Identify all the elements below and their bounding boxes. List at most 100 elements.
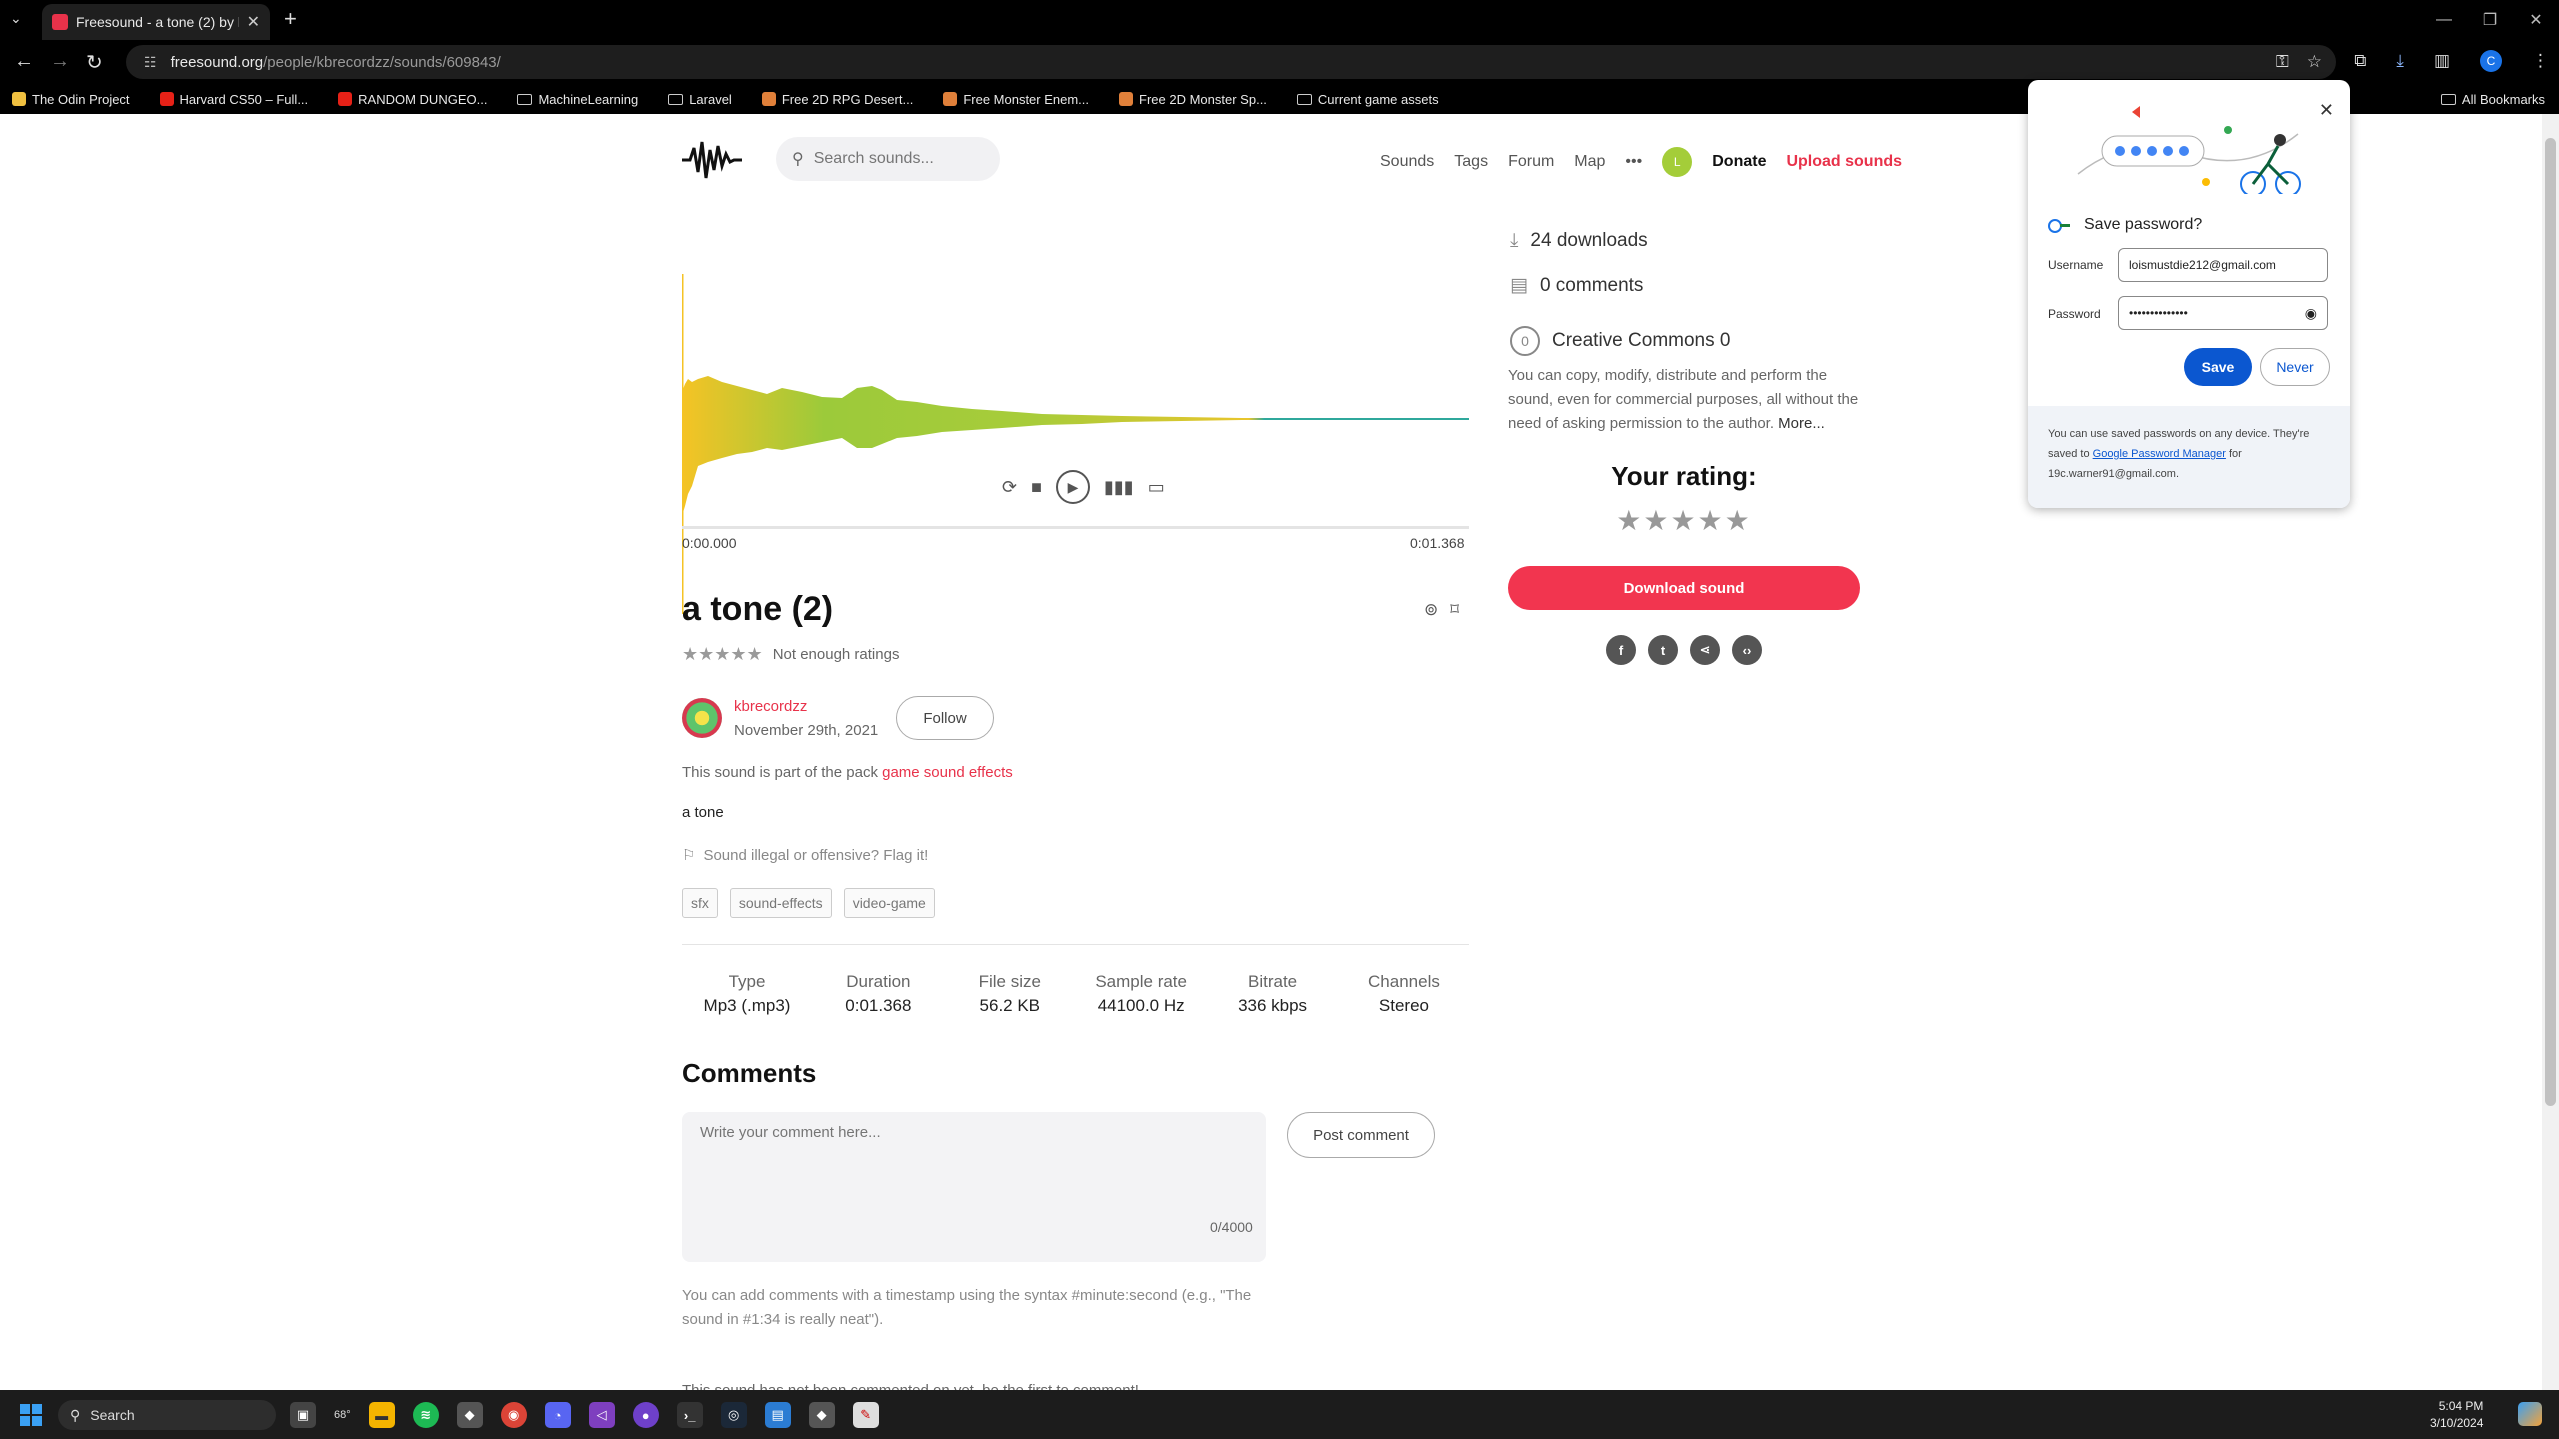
bookmark-item[interactable]: Laravel bbox=[668, 92, 732, 107]
similar-sounds-icon[interactable]: ⊚ bbox=[1424, 600, 1438, 620]
nav-upload-sounds[interactable]: Upload sounds bbox=[1786, 153, 1902, 171]
bookmark-item[interactable]: Current game assets bbox=[1296, 92, 1439, 107]
user-avatar[interactable]: L bbox=[1662, 147, 1693, 177]
side-panel-icon[interactable]: ▥ bbox=[2434, 51, 2450, 71]
chrome-icon[interactable]: ◉ bbox=[500, 1402, 527, 1428]
your-rating-stars[interactable]: ★★★★★ bbox=[1508, 504, 1860, 537]
comments-stat[interactable]: ▤ 0 comments bbox=[1510, 274, 1643, 297]
file-explorer-icon[interactable]: ▬ bbox=[368, 1402, 395, 1428]
author-link[interactable]: kbrecordzz bbox=[734, 698, 807, 715]
bookmark-item[interactable]: Free 2D Monster Sp... bbox=[1119, 92, 1267, 107]
visual-studio-icon[interactable]: ◁ bbox=[588, 1402, 615, 1428]
spectrogram-icon[interactable]: ▮▮▮ bbox=[1104, 477, 1134, 498]
minimize-icon[interactable]: — bbox=[2421, 0, 2467, 40]
browser-menu-icon[interactable]: ⋮ bbox=[2532, 51, 2549, 71]
all-bookmarks[interactable]: All Bookmarks bbox=[2440, 84, 2545, 114]
search-input[interactable] bbox=[813, 150, 974, 168]
bookmark-item[interactable]: Free Monster Enem... bbox=[943, 92, 1089, 107]
ruler-icon[interactable]: ▭ bbox=[1148, 477, 1165, 498]
forward-icon[interactable]: → bbox=[50, 50, 70, 73]
nav-forum[interactable]: Forum bbox=[1508, 153, 1554, 171]
taskbar-clock[interactable]: 5:04 PM 3/10/2024 bbox=[2430, 1398, 2483, 1432]
new-tab-icon[interactable]: + bbox=[284, 6, 297, 32]
password-key-icon[interactable]: ⚿ bbox=[2276, 52, 2289, 72]
dialog-close-icon[interactable]: ✕ bbox=[2319, 100, 2334, 121]
facebook-icon[interactable]: f bbox=[1606, 635, 1636, 665]
close-window-icon[interactable]: ✕ bbox=[2513, 0, 2559, 40]
terminal-icon[interactable]: ›_ bbox=[676, 1402, 703, 1428]
bookmark-item[interactable]: RANDOM DUNGEO... bbox=[338, 92, 487, 107]
stop-icon[interactable]: ■ bbox=[1031, 477, 1042, 498]
downloads-stat[interactable]: ⤓ 24 downloads bbox=[1510, 230, 1648, 252]
password-field[interactable]: •••••••••••••• ◉ bbox=[2118, 296, 2328, 330]
tab-close-icon[interactable]: ✕ bbox=[247, 12, 260, 32]
progress-bar[interactable] bbox=[682, 526, 1469, 529]
tag-chip[interactable]: video-game bbox=[843, 888, 935, 918]
password-manager-link[interactable]: Google Password Manager bbox=[2093, 448, 2226, 460]
steam-icon[interactable]: ◎ bbox=[720, 1402, 747, 1428]
nav-more[interactable]: ••• bbox=[1625, 153, 1642, 171]
share-icon[interactable]: ⋖ bbox=[1690, 635, 1720, 665]
download-sound-button[interactable]: Download sound bbox=[1508, 566, 1860, 610]
twitter-icon[interactable]: t bbox=[1648, 635, 1678, 665]
page-scrollbar[interactable] bbox=[2542, 114, 2559, 1390]
bookmark-item[interactable]: Harvard CS50 – Full... bbox=[159, 92, 308, 107]
nav-sounds[interactable]: Sounds bbox=[1380, 153, 1434, 171]
site-info-icon[interactable]: ☷ bbox=[144, 54, 157, 71]
post-comment-button[interactable]: Post comment bbox=[1287, 1112, 1435, 1158]
github-desktop-icon[interactable]: ● bbox=[632, 1402, 659, 1428]
top-nav: Sounds Tags Forum Map ••• L Donate Uploa… bbox=[1380, 147, 1902, 177]
follow-button[interactable]: Follow bbox=[896, 696, 994, 740]
address-bar[interactable]: ☷ freesound.org/people/kbrecordzz/sounds… bbox=[126, 45, 2336, 79]
nav-map[interactable]: Map bbox=[1574, 153, 1605, 171]
spotify-icon[interactable]: ≋ bbox=[412, 1402, 439, 1428]
tab-search-icon[interactable]: ⌄ bbox=[10, 10, 22, 27]
nav-tags[interactable]: Tags bbox=[1454, 153, 1488, 171]
notepad-icon[interactable]: ▤ bbox=[764, 1402, 791, 1428]
tag-chip[interactable]: sound-effects bbox=[729, 888, 832, 918]
paint-icon[interactable]: ✎ bbox=[852, 1402, 879, 1428]
freesound-logo[interactable] bbox=[682, 136, 742, 182]
license-more-link[interactable]: More... bbox=[1778, 415, 1825, 432]
restore-icon[interactable]: ❐ bbox=[2467, 0, 2513, 40]
task-view-icon[interactable]: ▣ bbox=[290, 1402, 316, 1428]
waveform[interactable] bbox=[682, 264, 1469, 624]
clock-date: 3/10/2024 bbox=[2430, 1416, 2484, 1430]
eye-icon[interactable]: ◉ bbox=[2305, 305, 2317, 322]
author-avatar[interactable] bbox=[682, 698, 722, 738]
notifications-icon[interactable] bbox=[2518, 1402, 2542, 1426]
username-field[interactable]: loismustdie212@gmail.com bbox=[2118, 248, 2328, 282]
weather-widget[interactable]: 68° bbox=[334, 1409, 351, 1421]
scroll-thumb[interactable] bbox=[2545, 138, 2556, 1106]
nav-donate[interactable]: Donate bbox=[1712, 153, 1766, 171]
bookmark-item[interactable]: Free 2D RPG Desert... bbox=[761, 92, 913, 107]
unity-icon[interactable]: ◆ bbox=[456, 1402, 483, 1428]
reload-icon[interactable]: ↻ bbox=[86, 50, 103, 75]
search-box[interactable]: ⚲ bbox=[776, 137, 1000, 181]
profile-avatar[interactable]: C bbox=[2480, 50, 2502, 72]
tab-freesound[interactable]: Freesound - a tone (2) by kbrec... ✕ bbox=[42, 4, 270, 40]
discord-icon[interactable]: ◔ bbox=[544, 1402, 571, 1428]
comment-input[interactable] bbox=[682, 1112, 1266, 1262]
never-button[interactable]: Never bbox=[2260, 348, 2330, 386]
pack-link[interactable]: game sound effects bbox=[882, 764, 1013, 781]
extensions-icon[interactable]: ⧉ bbox=[2354, 51, 2366, 71]
time-start: 0:00.000 bbox=[682, 535, 737, 551]
dialog-footer: You can use saved passwords on any devic… bbox=[2028, 406, 2350, 508]
flag-link[interactable]: ⚐ Sound illegal or offensive? Flag it! bbox=[682, 846, 928, 865]
save-password-button[interactable]: Save bbox=[2184, 348, 2252, 386]
start-button[interactable] bbox=[20, 1404, 42, 1426]
bookmark-item[interactable]: MachineLearning bbox=[517, 92, 638, 107]
unity-hub-icon[interactable]: ◆ bbox=[808, 1402, 835, 1428]
back-icon[interactable]: ← bbox=[14, 50, 34, 73]
folder-icon bbox=[2440, 93, 2456, 105]
taskbar-search[interactable]: ⚲ Search bbox=[58, 1400, 276, 1430]
embed-icon[interactable]: ‹› bbox=[1732, 635, 1762, 665]
downloads-icon[interactable]: ⤓ bbox=[2396, 51, 2404, 71]
tag-chip[interactable]: sfx bbox=[682, 888, 718, 918]
bookmark-icon[interactable]: ⌑ bbox=[1450, 600, 1459, 620]
bookmark-star-icon[interactable]: ☆ bbox=[2307, 52, 2322, 72]
play-icon[interactable]: ▶ bbox=[1055, 470, 1090, 504]
bookmark-item[interactable]: The Odin Project bbox=[12, 92, 130, 107]
loop-icon[interactable]: ⟳ bbox=[1002, 477, 1017, 498]
